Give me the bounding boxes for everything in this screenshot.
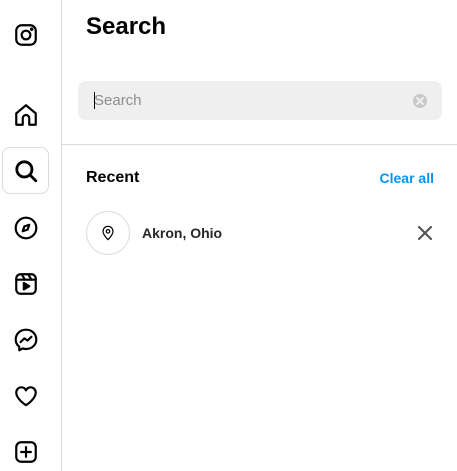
sidebar-item-messages[interactable] bbox=[2, 316, 49, 363]
clear-icon bbox=[416, 97, 424, 105]
divider bbox=[62, 144, 457, 145]
create-icon bbox=[14, 440, 37, 463]
sidebar-item-reels[interactable] bbox=[2, 260, 49, 307]
search-box bbox=[78, 81, 442, 120]
recent-item-label: Akron, Ohio bbox=[142, 225, 223, 241]
search-icon bbox=[14, 159, 37, 182]
explore-icon bbox=[14, 216, 37, 239]
reels-icon bbox=[14, 272, 37, 295]
search-input[interactable] bbox=[78, 81, 398, 120]
text-cursor bbox=[94, 92, 95, 109]
home-icon bbox=[14, 103, 37, 126]
remove-recent-button[interactable] bbox=[413, 221, 437, 245]
clear-search-button[interactable] bbox=[413, 94, 427, 108]
sidebar-item-create[interactable] bbox=[2, 428, 49, 471]
sidebar-item-notifications[interactable] bbox=[2, 372, 49, 419]
search-panel: Search Recent Clear all Akron, Ohio bbox=[62, 0, 457, 471]
sidebar-item-search[interactable] bbox=[2, 147, 49, 194]
location-pin-icon bbox=[102, 225, 114, 241]
clear-all-button[interactable]: Clear all bbox=[380, 170, 434, 186]
instagram-logo-icon bbox=[14, 23, 37, 46]
recent-heading: Recent bbox=[86, 169, 140, 186]
close-icon bbox=[417, 225, 433, 241]
sidebar-item-explore[interactable] bbox=[2, 204, 49, 251]
sidebar-item-home[interactable] bbox=[2, 91, 49, 138]
sidebar-nav bbox=[0, 0, 62, 471]
sidebar-item-instagram[interactable] bbox=[2, 11, 49, 58]
location-avatar bbox=[86, 211, 130, 255]
messenger-icon bbox=[14, 328, 37, 351]
search-panel-title: Search bbox=[86, 13, 167, 40]
recent-item[interactable]: Akron, Ohio bbox=[62, 209, 457, 257]
heart-icon bbox=[14, 385, 37, 406]
